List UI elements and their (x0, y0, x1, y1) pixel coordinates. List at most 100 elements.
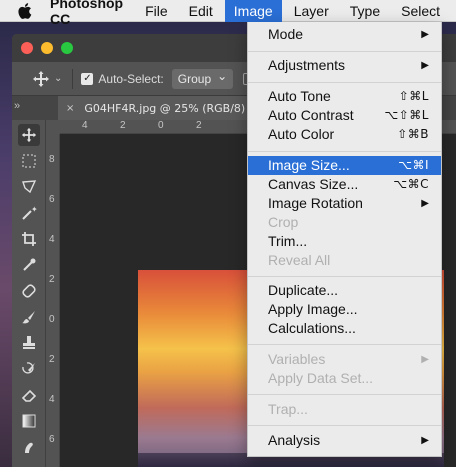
shortcut-label: ⇧⌘B (397, 127, 429, 141)
menu-item-label: Analysis (268, 432, 321, 448)
ruler-tick: 8 (49, 154, 55, 165)
shortcut-label: ⌥⌘I (398, 158, 429, 172)
menu-file[interactable]: File (145, 0, 168, 22)
menu-item-image-size[interactable]: Image Size... ⌥⌘I (248, 156, 441, 175)
vertical-ruler: 8 6 4 2 0 2 4 6 (46, 134, 60, 467)
ruler-tick: 2 (120, 120, 126, 131)
lasso-tool-icon[interactable] (18, 176, 40, 198)
menu-item-apply-image[interactable]: Apply Image... (248, 300, 441, 319)
move-tool-icon[interactable] (18, 124, 40, 146)
ruler-tick: 4 (82, 120, 88, 131)
menu-item-label: Duplicate... (268, 282, 339, 298)
menu-separator (248, 276, 441, 277)
menu-item-reveal-all: Reveal All (248, 251, 441, 270)
marquee-tool-icon[interactable] (18, 150, 40, 172)
submenu-arrow-icon: ▶ (421, 435, 429, 446)
image-menu-dropdown: Mode ▶ Adjustments ▶ Auto Tone ⇧⌘L Auto … (247, 22, 442, 457)
menu-item-label: Mode (268, 26, 304, 42)
menu-item-trap: Trap... (248, 400, 441, 419)
menu-item-label: Trap... (268, 401, 308, 417)
app-name[interactable]: Photoshop CC (50, 0, 123, 27)
menu-item-apply-data-set: Apply Data Set... (248, 369, 441, 388)
submenu-arrow-icon: ▶ (421, 354, 429, 365)
svg-text:✦: ✦ (31, 205, 37, 214)
menu-item-variables: Variables ▶ (248, 350, 441, 369)
menu-item-label: Apply Image... (268, 301, 358, 317)
healing-brush-icon[interactable] (18, 280, 40, 302)
menu-item-label: Auto Tone (268, 88, 331, 104)
crop-tool-icon[interactable] (18, 228, 40, 250)
menu-item-label: Image Size... (268, 157, 350, 173)
menu-item-label: Image Rotation (268, 195, 363, 211)
menu-item-label: Canvas Size... (268, 176, 359, 192)
ruler-tick: 4 (49, 394, 55, 405)
move-tool-preset-icon[interactable] (32, 70, 50, 88)
menu-item-crop: Crop (248, 213, 441, 232)
menu-select[interactable]: Select (401, 0, 440, 22)
chevron-down-icon[interactable]: ⌄ (54, 73, 62, 84)
ruler-tick: 4 (49, 234, 55, 245)
ruler-tick: 6 (49, 434, 55, 445)
close-tab-icon[interactable]: × (66, 103, 74, 114)
menu-item-auto-contrast[interactable]: Auto Contrast ⌥⇧⌘L (248, 106, 441, 125)
brush-tool-icon[interactable] (18, 306, 40, 328)
ruler-tick: 2 (196, 120, 202, 131)
menu-item-label: Auto Contrast (268, 107, 354, 123)
ruler-tick: 2 (49, 274, 55, 285)
menu-item-label: Crop (268, 214, 299, 230)
auto-select-target-dropdown[interactable]: Group (171, 66, 234, 89)
menu-item-analysis[interactable]: Analysis ▶ (248, 431, 441, 450)
magic-wand-icon[interactable]: ✦ (18, 202, 40, 224)
menu-image[interactable]: Image (224, 0, 282, 22)
submenu-arrow-icon: ▶ (421, 29, 429, 40)
menu-type[interactable]: Type (350, 0, 380, 22)
smudge-icon[interactable] (18, 436, 40, 458)
menu-item-image-rotation[interactable]: Image Rotation ▶ (248, 194, 441, 213)
menu-separator (248, 151, 441, 152)
eyedropper-icon[interactable] (18, 254, 40, 276)
auto-select-checkbox[interactable]: ✓ (81, 72, 94, 85)
history-brush-icon[interactable] (18, 358, 40, 380)
collapse-panels-icon[interactable]: » (14, 100, 20, 112)
menu-item-label: Auto Color (268, 126, 335, 142)
zoom-window-button[interactable] (61, 42, 73, 54)
document-tab-title: G04HF4R.jpg @ 25% (RGB/8) (84, 101, 246, 115)
menu-item-label: Variables (268, 351, 326, 367)
menu-item-mode[interactable]: Mode ▶ (248, 25, 441, 44)
menu-item-label: Reveal All (268, 252, 331, 268)
submenu-arrow-icon: ▶ (421, 60, 429, 71)
submenu-arrow-icon: ▶ (421, 198, 429, 209)
menu-item-calculations[interactable]: Calculations... (248, 319, 441, 338)
menu-layer[interactable]: Layer (294, 0, 329, 22)
ruler-tick: 0 (49, 314, 55, 325)
options-divider (72, 68, 74, 89)
eraser-icon[interactable] (18, 384, 40, 406)
menu-item-auto-tone[interactable]: Auto Tone ⇧⌘L (248, 87, 441, 106)
ruler-tick: 2 (49, 354, 55, 365)
menu-separator (248, 82, 441, 83)
menu-item-adjustments[interactable]: Adjustments ▶ (248, 56, 441, 75)
menu-item-duplicate[interactable]: Duplicate... (248, 281, 441, 300)
tools-panel: ✦ (12, 120, 46, 467)
menu-separator (248, 394, 441, 395)
menu-item-trim[interactable]: Trim... (248, 232, 441, 251)
minimize-window-button[interactable] (41, 42, 53, 54)
menu-separator (248, 51, 441, 52)
menu-item-label: Apply Data Set... (268, 370, 374, 386)
gradient-icon[interactable] (18, 410, 40, 432)
menu-item-canvas-size[interactable]: Canvas Size... ⌥⌘C (248, 175, 441, 194)
shortcut-label: ⌥⌘C (393, 177, 429, 191)
ruler-tick: 6 (49, 194, 55, 205)
clone-stamp-icon[interactable] (18, 332, 40, 354)
shortcut-label: ⇧⌘L (398, 89, 429, 103)
close-window-button[interactable] (21, 42, 33, 54)
apple-icon[interactable] (18, 2, 34, 20)
menu-item-auto-color[interactable]: Auto Color ⇧⌘B (248, 125, 441, 144)
menu-edit[interactable]: Edit (189, 0, 213, 22)
ruler-tick: 0 (158, 120, 164, 131)
menu-item-label: Adjustments (268, 57, 346, 73)
menu-separator (248, 344, 441, 345)
auto-select-label: Auto-Select: (98, 71, 164, 86)
menu-item-label: Calculations... (268, 320, 356, 336)
menu-item-label: Trim... (268, 233, 308, 249)
